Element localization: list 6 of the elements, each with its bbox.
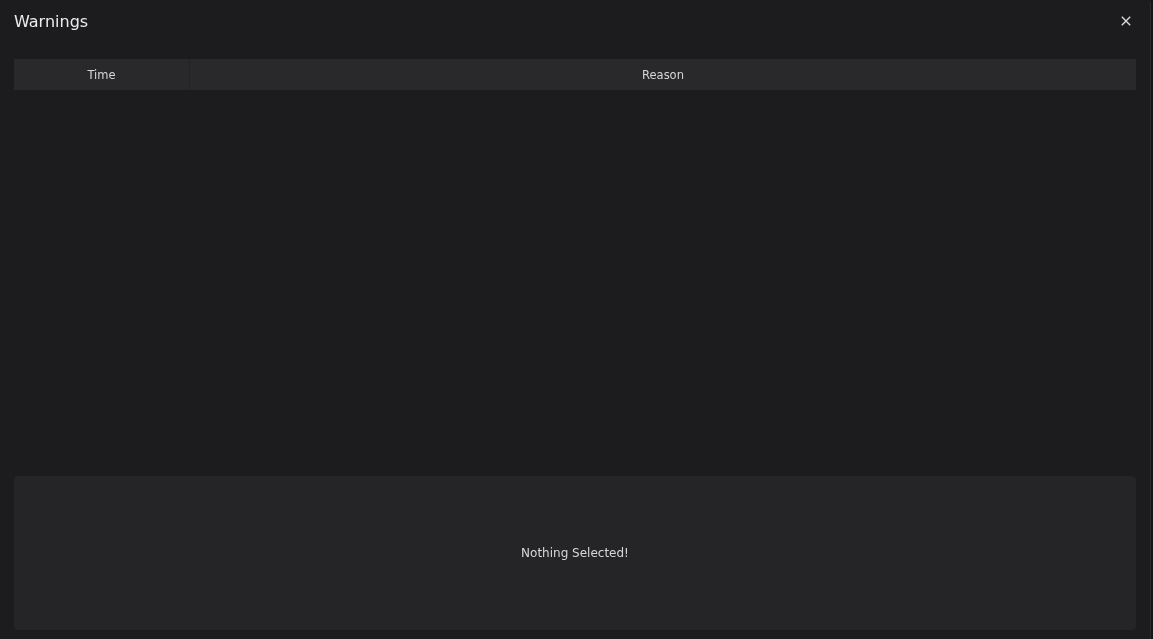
column-header: Reason: [642, 67, 684, 82]
column-header: Time: [87, 67, 116, 82]
window-title: Warnings: [14, 11, 89, 31]
empty-message: Nothing Selected!: [521, 546, 629, 560]
close-icon: [1121, 16, 1131, 26]
close-button[interactable]: [1121, 16, 1131, 26]
